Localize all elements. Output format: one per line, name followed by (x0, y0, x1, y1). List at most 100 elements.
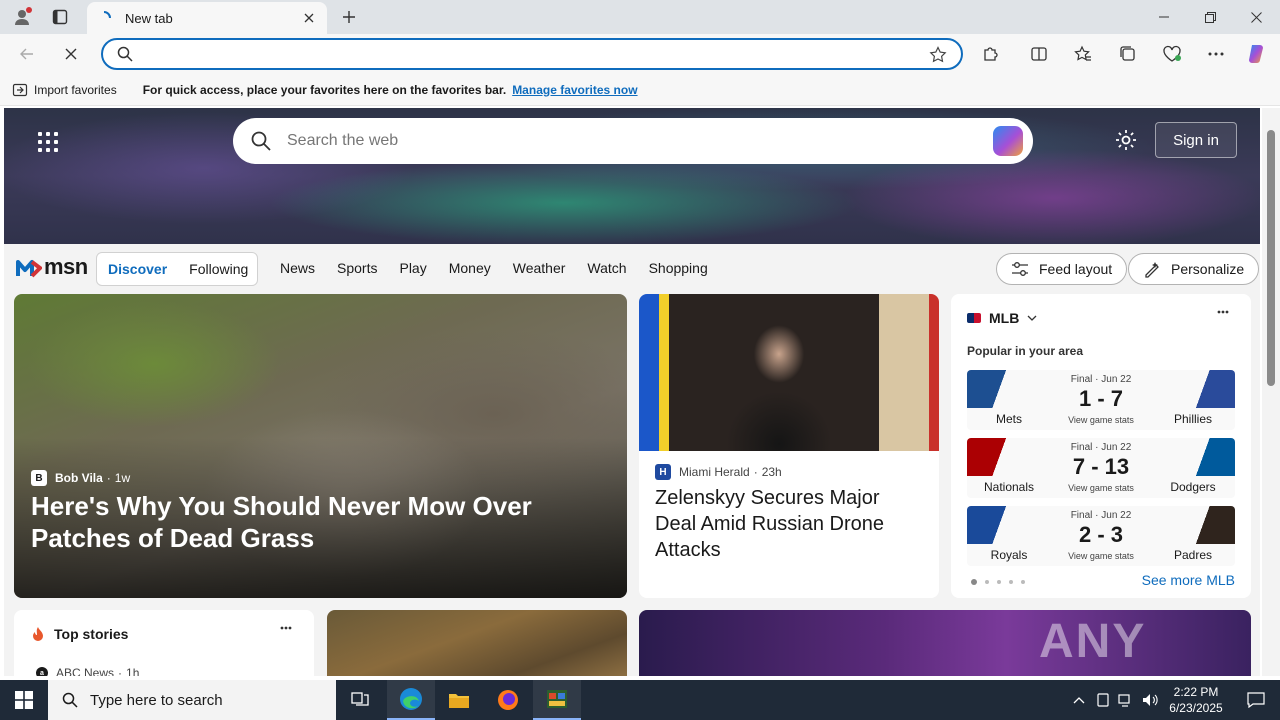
tray-volume[interactable] (1139, 680, 1161, 720)
home-team[interactable]: Royals (967, 506, 1051, 566)
mlb-game-row[interactable]: Nationals Final · Jun 22 7 - 13 View game s… (967, 438, 1235, 498)
tray-network[interactable] (1115, 680, 1137, 720)
show-hidden-icons[interactable] (1068, 680, 1090, 720)
side-story-headline[interactable]: Zelenskyy Secures Major Deal Amid Russia… (655, 485, 925, 563)
view-game-stats-link[interactable]: View game stats (1051, 415, 1151, 425)
split-screen-icon (1031, 47, 1047, 61)
page-scrollbar[interactable] (1262, 108, 1280, 676)
pagination-dots (971, 579, 1033, 585)
separator-dot: · (753, 465, 758, 479)
restore-button[interactable] (1187, 0, 1233, 34)
nav-sports[interactable]: Sports (337, 260, 377, 276)
away-team-logo-icon (1175, 442, 1211, 476)
msn-logo[interactable]: msn (16, 254, 88, 280)
folder-icon (449, 694, 469, 708)
story-source: B Bob Vila · 1w (31, 470, 130, 486)
more-icon[interactable] (1217, 310, 1229, 314)
msn-page: Search the web Sign in msn Discover Foll… (4, 108, 1260, 676)
story-source: H Miami Herald · 23h (655, 464, 782, 480)
see-more-mlb-link[interactable]: See more MLB (1142, 572, 1235, 588)
nav-money[interactable]: Money (449, 260, 491, 276)
nav-watch[interactable]: Watch (587, 260, 626, 276)
mlb-game-row[interactable]: Royals Final · Jun 22 2 - 3 View game stats… (967, 506, 1235, 566)
tab-new-tab[interactable]: New tab (87, 2, 327, 34)
firefox-button[interactable] (484, 680, 532, 720)
task-view-button[interactable] (336, 680, 384, 720)
tray-device[interactable] (1092, 680, 1114, 720)
stop-button[interactable] (56, 39, 86, 69)
nav-play[interactable]: Play (399, 260, 426, 276)
segment-discover[interactable]: Discover (97, 261, 178, 277)
more-icon[interactable] (280, 626, 292, 630)
away-team-name: Dodgers (1170, 480, 1216, 494)
web-search-box[interactable]: Search the web (233, 118, 1033, 164)
address-bar[interactable] (101, 38, 963, 70)
game-status: Final · Jun 22 (1070, 374, 1132, 385)
copilot-button[interactable] (1241, 39, 1273, 69)
apps-launcher-icon[interactable] (38, 132, 58, 152)
favorites-message: For quick access, place your favorites h… (142, 82, 507, 97)
collections-button[interactable] (1112, 39, 1144, 69)
file-explorer-button[interactable] (435, 680, 483, 720)
gear-icon[interactable] (1114, 128, 1138, 152)
collections-icon (1120, 46, 1135, 61)
personalize-button[interactable]: Personalize (1128, 253, 1260, 285)
split-screen-button[interactable] (1023, 39, 1055, 69)
manage-favorites-link[interactable]: Manage favorites now (512, 83, 637, 97)
side-story-card[interactable]: H Miami Herald · 23h Zelenskyy Secures M… (639, 294, 939, 598)
popular-label: Popular in your area (967, 344, 1084, 358)
main-story-card[interactable]: B Bob Vila · 1w Here's Why You Should Ne… (14, 294, 627, 598)
view-game-stats-link[interactable]: View game stats (1051, 551, 1151, 561)
separator-dot: · (118, 666, 123, 676)
home-team[interactable]: Nationals (967, 438, 1051, 498)
mlb-header[interactable]: MLB (967, 310, 1037, 326)
app-taskbar-button[interactable] (533, 680, 581, 720)
clock[interactable]: 2:22 PM 6/23/2025 (1160, 684, 1232, 716)
away-team-name: Padres (1173, 548, 1213, 562)
nav-weather[interactable]: Weather (513, 260, 566, 276)
home-team[interactable]: Mets (967, 370, 1051, 430)
main-story-headline[interactable]: Here's Why You Should Never Mow Over Pat… (31, 490, 611, 554)
nav-shopping[interactable]: Shopping (649, 260, 708, 276)
sliders-icon (1012, 262, 1028, 276)
close-window-button[interactable] (1233, 0, 1279, 34)
tab-actions-button[interactable] (46, 5, 74, 29)
copilot-icon[interactable] (993, 126, 1023, 156)
top-stories-title: Top stories (54, 626, 129, 642)
settings-menu-button[interactable] (1200, 39, 1232, 69)
away-team[interactable]: Padres (1151, 506, 1235, 566)
browser-essentials-button[interactable] (1156, 39, 1188, 69)
msn-logo-text: msn (44, 254, 88, 279)
taskbar-search-box[interactable]: Type here to search (48, 680, 336, 720)
home-team-logo-icon (991, 374, 1027, 408)
mlb-game-row[interactable]: Mets Final · Jun 22 1 - 7 View game stats Ph… (967, 370, 1235, 430)
sign-in-button[interactable]: Sign in (1155, 122, 1237, 158)
away-team[interactable]: Dodgers (1151, 438, 1235, 498)
import-favorites-button[interactable]: Import favorites (12, 82, 117, 98)
segment-following[interactable]: Following (178, 261, 259, 277)
favorites-button[interactable] (1067, 39, 1099, 69)
source-age: 1w (114, 471, 131, 485)
aurora-story-card[interactable]: ANY RUN (639, 610, 1251, 676)
device-icon (1097, 693, 1109, 707)
profile-button[interactable] (8, 4, 36, 30)
nav-news[interactable]: News (280, 260, 315, 276)
close-tab-icon[interactable] (301, 10, 317, 26)
extensions-button[interactable] (975, 39, 1007, 69)
new-tab-button[interactable] (336, 5, 362, 29)
back-button[interactable] (12, 39, 42, 69)
back-arrow-icon (20, 48, 33, 60)
copilot-icon (1249, 45, 1263, 63)
game-promo-card[interactable] (327, 610, 627, 676)
start-button[interactable] (0, 680, 48, 720)
minimize-button[interactable] (1141, 0, 1187, 34)
away-team[interactable]: Phillies (1151, 370, 1235, 430)
scrollbar-thumb[interactable] (1267, 130, 1275, 386)
add-favorite-icon[interactable] (929, 46, 947, 64)
view-game-stats-link[interactable]: View game stats (1051, 483, 1151, 493)
feed-layout-button[interactable]: Feed layout (996, 253, 1128, 285)
top-stories-card: Top stories a ABC News · 1h (14, 610, 314, 676)
notifications-button[interactable] (1232, 680, 1280, 720)
clock-date: 6/23/2025 (1169, 701, 1223, 715)
edge-taskbar-button[interactable] (387, 680, 435, 720)
